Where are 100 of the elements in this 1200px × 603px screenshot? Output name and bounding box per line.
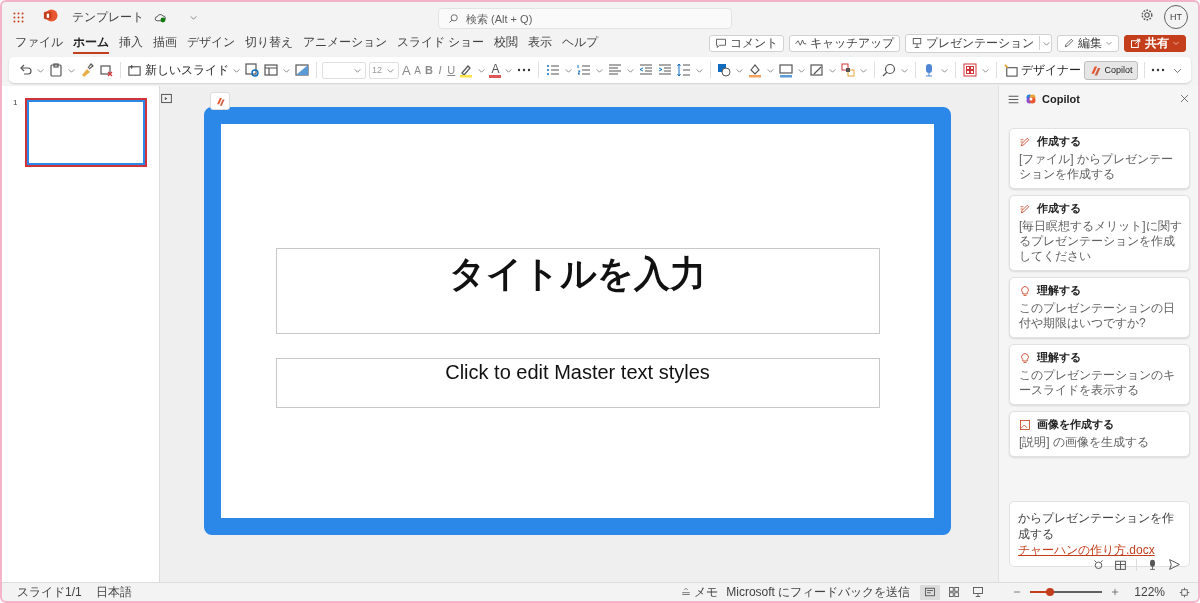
copilot-float-button[interactable] [210, 92, 230, 110]
arrange-icon[interactable] [840, 62, 857, 78]
fit-icon[interactable] [1179, 586, 1190, 598]
menu-tab[interactable]: ヘルプ [562, 32, 599, 54]
app-logo-icon[interactable] [43, 7, 58, 23]
card-description: このプレゼンテーションのキースライドを表示する [1019, 368, 1176, 398]
prompt-icon[interactable] [1092, 558, 1105, 571]
comment-icon [715, 37, 727, 49]
share-button[interactable]: 共有 [1124, 34, 1186, 52]
search-icon [448, 13, 459, 24]
settings-icon[interactable] [1140, 8, 1154, 22]
comment-button[interactable]: コメント [709, 34, 784, 52]
prompt-card[interactable]: 理解する このプレゼンテーションのキースライドを表示する [1009, 344, 1190, 405]
prompt-card[interactable]: 作成する [ファイル] からプレゼンテーションを作成する [1009, 128, 1190, 189]
bullet-list-icon[interactable] [544, 62, 561, 78]
prompt-card[interactable]: 理解する このプレゼンテーションの日付や期限はいつですか? [1009, 277, 1190, 338]
prompt-text: からプレゼンテーションを作成する チャーハンの作り方.docx [1018, 510, 1175, 558]
menu-tab[interactable]: スライド ショー [397, 32, 485, 54]
menu-tab[interactable]: ファイル [15, 32, 63, 54]
copilot-button[interactable]: Copilot [1083, 60, 1138, 80]
shapes-icon[interactable] [716, 62, 733, 78]
align-icon[interactable] [606, 62, 623, 78]
app-launcher-icon[interactable] [12, 10, 25, 24]
clipboard-icon[interactable] [48, 62, 64, 78]
zoom-thumb[interactable] [1046, 588, 1055, 596]
caret-icon [1172, 39, 1180, 47]
numbered-list-icon[interactable] [575, 62, 592, 78]
panel-toggle-icon[interactable] [160, 92, 173, 105]
slide-search-icon[interactable] [243, 62, 260, 78]
shrink-font-button[interactable]: A [413, 64, 422, 76]
normal-view-button[interactable] [920, 584, 941, 600]
indent-icon[interactable] [656, 62, 673, 78]
grid-view-icon [948, 586, 961, 598]
document-title[interactable]: テンプレート [72, 9, 144, 25]
pencil-icon [1063, 37, 1075, 49]
menu-tab[interactable]: 切り替え [245, 32, 293, 54]
menu-tab[interactable]: デザイン [187, 32, 235, 54]
search-icon[interactable] [880, 62, 897, 78]
card-description: [ファイル] からプレゼンテーションを作成する [1019, 152, 1174, 182]
send-icon[interactable] [1168, 558, 1181, 571]
italic-button[interactable]: I [436, 64, 445, 76]
grid-icon[interactable] [962, 62, 978, 78]
slide-title: タイトルを入力 [449, 252, 706, 296]
slide-canvas[interactable]: タイトルを入力 Click to edit Master text styles [204, 107, 951, 535]
file-link[interactable]: チャーハンの作り方.docx [1018, 543, 1155, 557]
presenter-icon [911, 37, 923, 49]
effects-icon[interactable] [809, 62, 826, 78]
zoom-percentage[interactable]: 122% [1134, 585, 1165, 599]
feedback-link[interactable]: Microsoft にフィードバックを送信 [726, 583, 911, 601]
catchup-button[interactable]: キャッチアップ [789, 34, 900, 52]
menu-tab[interactable]: 挿入 [119, 32, 143, 54]
fill-icon[interactable] [747, 62, 764, 78]
notes-button[interactable]: メモ [681, 583, 719, 601]
language-label[interactable]: 日本語 [95, 583, 132, 601]
designer-button[interactable]: デザイナー [1002, 61, 1081, 79]
close-icon[interactable] [1179, 93, 1190, 104]
card-heading: 作成する [1037, 201, 1081, 216]
card-heading: 理解する [1037, 350, 1081, 365]
copilot-icon [214, 95, 226, 107]
card-heading: 画像を作成する [1037, 417, 1114, 432]
prompt-card[interactable]: 画像を作成する [説明] の画像を生成する [1009, 411, 1190, 457]
slide-subtitle: Click to edit Master text styles [445, 361, 710, 384]
prompt-card[interactable]: 作成する [毎日瞑想するメリット]に関するプレゼンテーションを作成してください [1009, 195, 1190, 271]
slide-thumbnail[interactable] [25, 98, 148, 167]
outdent-icon[interactable] [637, 62, 654, 78]
pencil-icon [1019, 202, 1031, 215]
slide-counter: スライド1/1 [17, 583, 82, 601]
menu-tab[interactable]: 描画 [153, 32, 177, 54]
menu-tab[interactable]: アニメーション [303, 32, 387, 54]
designer-icon [1002, 62, 1018, 78]
copilot-logo-icon [1025, 93, 1037, 105]
plus-icon[interactable] [1110, 587, 1121, 597]
new-slide-button[interactable]: 新しいスライド [126, 61, 241, 79]
menu-tab[interactable]: ホーム [73, 32, 109, 54]
layout-icon[interactable] [262, 62, 279, 78]
menu-tab[interactable]: 表示 [528, 32, 553, 54]
image-icon [1019, 418, 1031, 431]
new-slide-icon [126, 62, 142, 78]
card-description: [説明] の画像を生成する [1019, 435, 1150, 450]
outline-icon[interactable] [778, 62, 795, 78]
edit-button[interactable]: 編集 [1057, 34, 1119, 52]
underline-button[interactable]: U [447, 64, 456, 76]
pencil-icon [1019, 135, 1031, 148]
caret-icon [1105, 39, 1113, 47]
paintbrush-icon[interactable] [79, 62, 95, 78]
pane-title: Copilot [1042, 93, 1080, 105]
subtitle-placeholder[interactable]: Click to edit Master text styles [275, 358, 880, 408]
title-placeholder[interactable]: タイトルを入力 [275, 248, 880, 334]
line-spacing-icon[interactable] [675, 62, 692, 78]
background-icon[interactable] [293, 62, 310, 78]
search-field[interactable]: 検索 (Alt + Q) [438, 8, 732, 29]
caret-icon[interactable] [189, 13, 198, 22]
menu-tab[interactable]: 校閲 [494, 32, 519, 54]
card-description: このプレゼンテーションの日付や期限はいつですか? [1019, 301, 1176, 331]
lightbulb-icon [1019, 284, 1031, 297]
font-color-button[interactable]: A [489, 62, 502, 78]
grow-font-button[interactable]: A [401, 62, 411, 78]
eraser-icon[interactable] [98, 62, 114, 78]
lightbulb-icon [1019, 351, 1031, 364]
card-heading: 作成する [1037, 134, 1081, 149]
